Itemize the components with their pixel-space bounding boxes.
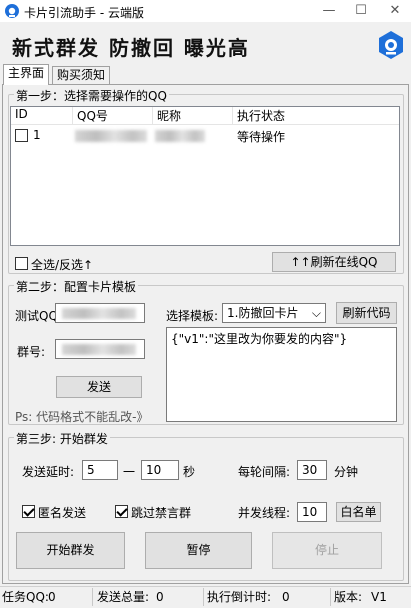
maximize-icon[interactable]: ☐ <box>345 0 377 22</box>
threads-label: 并发线程: <box>238 506 291 520</box>
qq-list[interactable]: ID QQ号 昵称 执行状态 1 等待操作 <box>10 106 400 246</box>
row-status: 等待操作 <box>237 130 286 144</box>
col-qq[interactable]: QQ号 <box>73 107 153 125</box>
test-qq-redacted <box>62 308 136 319</box>
stop-button[interactable]: 停止 <box>272 532 382 569</box>
delay-min-input[interactable]: 5 <box>82 460 118 480</box>
pause-button[interactable]: 暂停 <box>145 532 252 569</box>
col-nickname[interactable]: 昵称 <box>153 107 233 125</box>
row-checkbox[interactable] <box>15 129 28 142</box>
status-separator <box>330 588 331 606</box>
table-row[interactable]: 1 等待操作 <box>11 127 399 145</box>
version-value: V1 <box>371 590 387 604</box>
step2-title: 第二步：配置卡片模板 <box>14 278 139 295</box>
send-test-button[interactable]: 发送 <box>56 376 142 398</box>
test-qq-input[interactable] <box>55 303 145 323</box>
card-code-textarea[interactable]: {"v1":"这里改为你要发的内容"} <box>166 327 397 422</box>
template-select[interactable]: 1.防撤回卡片 ⌵ <box>222 303 326 323</box>
tab-main[interactable]: 主界面 <box>3 64 50 85</box>
step1-title: 第一步：选择需要操作的QQ <box>14 87 169 104</box>
total-value: 0 <box>156 590 164 604</box>
anonymous-checkbox[interactable] <box>22 505 35 518</box>
threads-input[interactable]: 10 <box>297 502 327 522</box>
code-format-hint: Ps: 代码格式不能乱改-》 <box>15 410 149 424</box>
countdown-value: 0 <box>282 590 290 604</box>
delay-max-input[interactable]: 10 <box>141 460 179 480</box>
banner-slogan: 新式群发 防撤回 曝光高 <box>12 36 250 60</box>
interval-unit: 分钟 <box>334 465 359 479</box>
skip-muted-checkbox[interactable] <box>115 505 128 518</box>
chevron-down-icon: ⌵ <box>311 306 321 320</box>
tab-purchase-notes[interactable]: 购买须知 <box>52 66 111 84</box>
status-separator <box>203 588 204 606</box>
app-logo-icon <box>5 4 19 18</box>
select-all-label[interactable]: 全选/反选↑ <box>31 256 93 273</box>
step3-title: 第三步: 开始群发 <box>14 430 110 447</box>
task-qq-value: 0 <box>48 590 56 604</box>
skip-muted-label[interactable]: 跳过禁言群 <box>131 504 191 521</box>
brand-logo-icon <box>379 31 403 59</box>
delay-label: 发送延时: <box>22 465 75 479</box>
whitelist-button[interactable]: 白名单 <box>336 502 381 522</box>
delay-dash: 一 <box>123 465 136 479</box>
row-nickname-redacted <box>155 130 205 142</box>
row-qq-redacted <box>75 130 147 142</box>
col-id[interactable]: ID <box>11 107 73 125</box>
interval-label: 每轮间隔: <box>238 465 291 479</box>
row-id: 1 <box>33 128 41 142</box>
delay-unit: 秒 <box>183 465 196 479</box>
window-title: 卡片引流助手 - 云端版 <box>24 6 144 20</box>
refresh-code-button[interactable]: 刷新代码 <box>336 302 397 324</box>
template-label: 选择模板: <box>166 309 219 323</box>
countdown-label: 执行倒计时: <box>207 590 272 604</box>
select-all-checkbox[interactable] <box>15 257 28 270</box>
minimize-icon[interactable]: — <box>313 0 345 22</box>
group-number-redacted <box>62 344 136 355</box>
refresh-online-qq-button[interactable]: ↑↑刷新在线QQ <box>272 252 396 272</box>
close-icon[interactable]: ✕ <box>379 0 411 22</box>
task-qq-label: 任务QQ: <box>2 590 49 604</box>
template-selected: 1.防撤回卡片 <box>227 306 299 320</box>
group-number-input[interactable] <box>55 339 145 359</box>
start-broadcast-button[interactable]: 开始群发 <box>16 532 125 569</box>
test-qq-label: 测试QQ <box>15 309 58 323</box>
status-separator <box>92 588 93 606</box>
group-number-label: 群号: <box>17 345 46 359</box>
version-label: 版本: <box>334 590 363 604</box>
col-status[interactable]: 执行状态 <box>233 107 399 125</box>
anonymous-label[interactable]: 匿名发送 <box>38 504 86 521</box>
total-label: 发送总量: <box>97 590 150 604</box>
interval-input[interactable]: 30 <box>297 460 327 480</box>
